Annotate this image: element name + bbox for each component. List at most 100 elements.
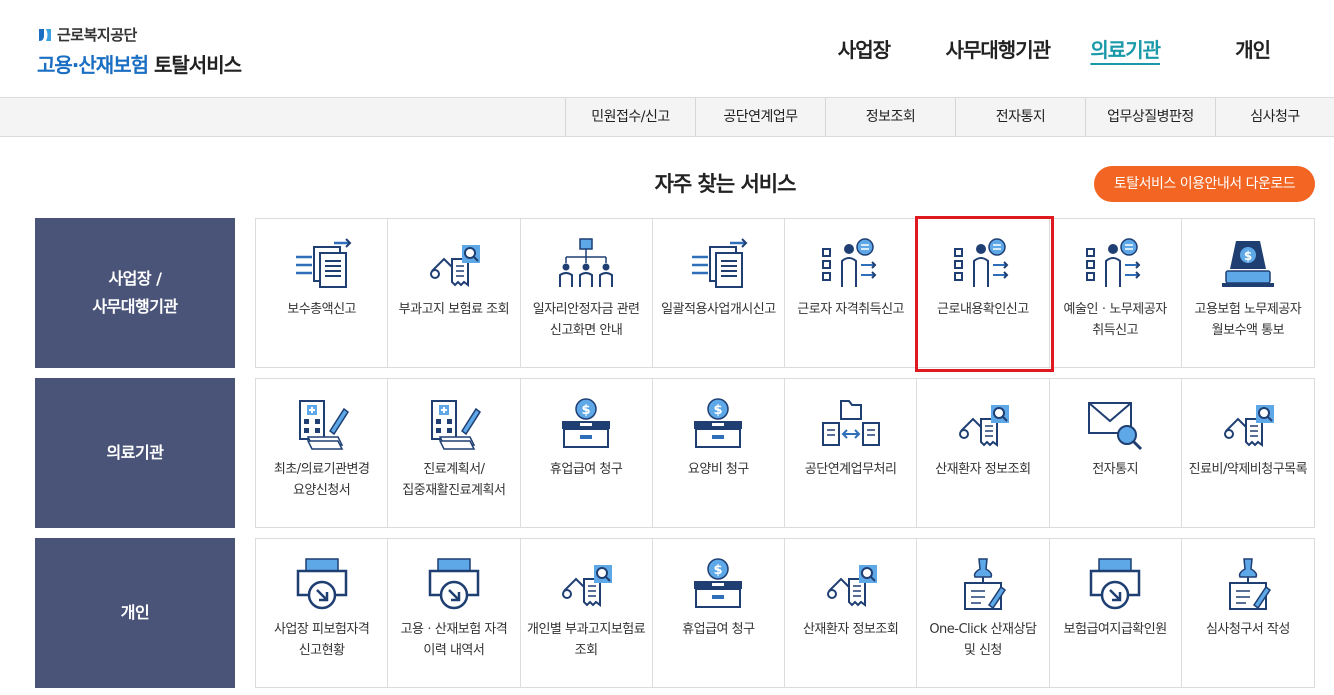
sub-navigation: 민원접수/신고 공단연계업무 정보조회 전자통지 업무상질병판정 심사청구: [0, 97, 1334, 137]
logo-title-dark: 토탈서비스: [154, 53, 242, 77]
service-item[interactable]: 진료비/약제비청구목록: [1182, 379, 1314, 527]
service-item[interactable]: $ 요양비 청구: [653, 379, 785, 527]
service-list: 보수총액신고 부과고지 보험료 조회 일자리안정자금 관련 신고화면 안내 일괄…: [255, 216, 1315, 372]
header: 근로복지공단 고용·산재보험 토탈서비스 사업장 사무대행기관 의료기관 개인: [0, 0, 1334, 97]
subnav-occupational-disease[interactable]: 업무상질병판정: [1085, 98, 1215, 136]
service-item[interactable]: 일자리안정자금 관련 신고화면 안내: [521, 219, 653, 367]
row-category-label: 개인: [35, 538, 235, 688]
topnav-personal[interactable]: 개인: [1235, 34, 1271, 63]
service-item[interactable]: 예술인ㆍ노무제공자 취득신고: [1050, 219, 1182, 367]
person-checklist-icon: [819, 235, 883, 295]
service-list: 사업장 피보험자격 신고현황 고용ㆍ산재보험 자격 이력 내역서 개인별 부과고…: [255, 538, 1315, 688]
service-item-label: 개인별 부과고지보험료 조회: [527, 622, 646, 658]
logo[interactable]: 근로복지공단 고용·산재보험 토탈서비스: [37, 24, 242, 78]
service-item-label: 사업장 피보험자격 신고현황: [273, 622, 370, 658]
svg-text:$: $: [714, 563, 723, 578]
row-personal: 개인 사업장 피보험자격 신고현황 고용ㆍ산재보험 자격 이력 내역서 개인별 …: [35, 538, 1315, 688]
logo-title: 고용·산재보험 토탈서비스: [37, 49, 242, 78]
svg-text:$: $: [1244, 249, 1252, 263]
folder-exchange-icon: [819, 395, 883, 455]
service-item[interactable]: 고용ㆍ산재보험 자격 이력 내역서: [388, 539, 521, 687]
service-item[interactable]: 근로내용확인신고: [915, 216, 1055, 372]
service-item-label: 휴업급여 청구: [682, 622, 755, 637]
logo-org-text: 근로복지공단: [57, 26, 137, 44]
logo-title-blue: 고용·산재보험: [37, 53, 149, 77]
printer-download-icon: [290, 555, 354, 615]
service-item[interactable]: 전자통지: [1050, 379, 1182, 527]
service-item-label: 진료계획서/집중재활진료계획서: [402, 462, 506, 498]
money-box-icon: $: [686, 395, 750, 455]
service-item[interactable]: 근로자 자격취득신고: [785, 219, 918, 367]
service-item-label: 일자리안정자금 관련 신고화면 안내: [532, 302, 640, 338]
service-item-label: 공단연계업무처리: [804, 462, 897, 477]
org-chart-icon: [554, 235, 618, 295]
document-search-icon: [819, 555, 883, 615]
document-transfer-icon: [686, 235, 750, 295]
service-item-label: 보수총액신고: [287, 302, 356, 317]
printer-download-icon: [422, 555, 486, 615]
service-item[interactable]: 공단연계업무처리: [785, 379, 918, 527]
document-search-icon: [951, 395, 1015, 455]
document-search-icon: [1216, 395, 1280, 455]
service-item[interactable]: 사업장 피보험자격 신고현황: [256, 539, 389, 687]
service-item-label: 보험급여지급확인원: [1063, 622, 1168, 637]
logo-org: 근로복지공단: [37, 24, 241, 45]
service-item-label: One-Click 산재상담 및 신청: [929, 622, 1037, 658]
service-item[interactable]: 진료계획서/집중재활진료계획서: [388, 379, 521, 527]
subnav-review-request[interactable]: 심사청구: [1215, 98, 1334, 136]
service-item-label: 요양비 청구: [687, 462, 749, 477]
hospital-document-icon: [290, 395, 354, 455]
service-item-label: 부과고지 보험료 조회: [398, 302, 510, 317]
document-transfer-icon: [290, 235, 354, 295]
service-item[interactable]: 보험급여지급확인원: [1050, 539, 1182, 687]
service-item-label: 산재환자 정보조회: [935, 462, 1031, 477]
printer-download-icon: [1083, 555, 1147, 615]
pin-document-icon: [1216, 555, 1280, 615]
document-search-icon: [422, 235, 486, 295]
service-item-label: 근로자 자격취득신고: [797, 302, 905, 317]
hospital-document-icon: [422, 395, 486, 455]
service-list: 최초/의료기관변경 요양신청서 진료계획서/집중재활진료계획서 $ 휴업급여 청…: [255, 378, 1315, 528]
row-category-label: 의료기관: [35, 378, 235, 528]
service-item-label: 휴업급여 청구: [549, 462, 623, 477]
pin-document-icon: [951, 555, 1015, 615]
service-item[interactable]: 보수총액신고: [256, 219, 389, 367]
subnav-civil-filing[interactable]: 민원접수/신고: [565, 98, 695, 136]
person-checklist-icon: [1083, 235, 1147, 295]
service-item-label: 진료비/약제비청구목록: [1188, 462, 1308, 477]
row-workplace: 사업장 / 사무대행기관 보수총액신고 부과고지 보험료 조회 일자리안정자금 …: [35, 216, 1315, 372]
svg-text:$: $: [582, 403, 591, 418]
service-item-label: 최초/의료기관변경 요양신청서: [273, 462, 370, 498]
row-medical: 의료기관 최초/의료기관변경 요양신청서 진료계획서/집중재활진료계획서 $ 휴…: [35, 378, 1315, 528]
person-checklist-icon: [951, 235, 1015, 295]
service-item-label: 심사청구서 작성: [1205, 622, 1290, 637]
service-item[interactable]: $ 휴업급여 청구: [653, 539, 785, 687]
service-item-label: 산재환자 정보조회: [802, 622, 899, 637]
money-box-icon: $: [554, 395, 618, 455]
service-item[interactable]: 산재환자 정보조회: [917, 379, 1050, 527]
topnav-workplace[interactable]: 사업장: [838, 34, 891, 63]
service-item[interactable]: $ 휴업급여 청구: [521, 379, 653, 527]
service-item[interactable]: 최초/의료기관변경 요양신청서: [256, 379, 389, 527]
subnav-info-lookup[interactable]: 정보조회: [825, 98, 955, 136]
service-item[interactable]: One-Click 산재상담 및 신청: [917, 539, 1050, 687]
comwel-logo-icon: [39, 28, 51, 41]
subnav-e-notice[interactable]: 전자통지: [955, 98, 1085, 136]
service-item-label: 고용보험 노무제공자 월보수액 통보: [1194, 302, 1302, 338]
document-search-icon: [554, 555, 618, 615]
service-item[interactable]: 개인별 부과고지보험료 조회: [521, 539, 653, 687]
money-laptop-icon: $: [1216, 235, 1280, 295]
service-item[interactable]: $ 고용보험 노무제공자 월보수액 통보: [1182, 219, 1314, 367]
guide-download-button[interactable]: 토탈서비스 이용안내서 다운로드: [1094, 166, 1315, 202]
service-item-label: 전자통지: [1092, 462, 1139, 477]
service-item[interactable]: 부과고지 보험료 조회: [388, 219, 521, 367]
row-category-label: 사업장 / 사무대행기관: [35, 218, 235, 368]
service-item[interactable]: 산재환자 정보조회: [785, 539, 918, 687]
service-item[interactable]: 일괄적용사업개시신고: [653, 219, 785, 367]
subnav-linked-work[interactable]: 공단연계업무: [695, 98, 825, 136]
topnav-medical[interactable]: 의료기관: [1090, 34, 1161, 63]
service-item[interactable]: 심사청구서 작성: [1182, 539, 1314, 687]
topnav-agency[interactable]: 사무대행기관: [946, 34, 1051, 63]
svg-text:$: $: [714, 403, 723, 418]
service-item-label: 예술인ㆍ노무제공자 취득신고: [1063, 302, 1168, 338]
